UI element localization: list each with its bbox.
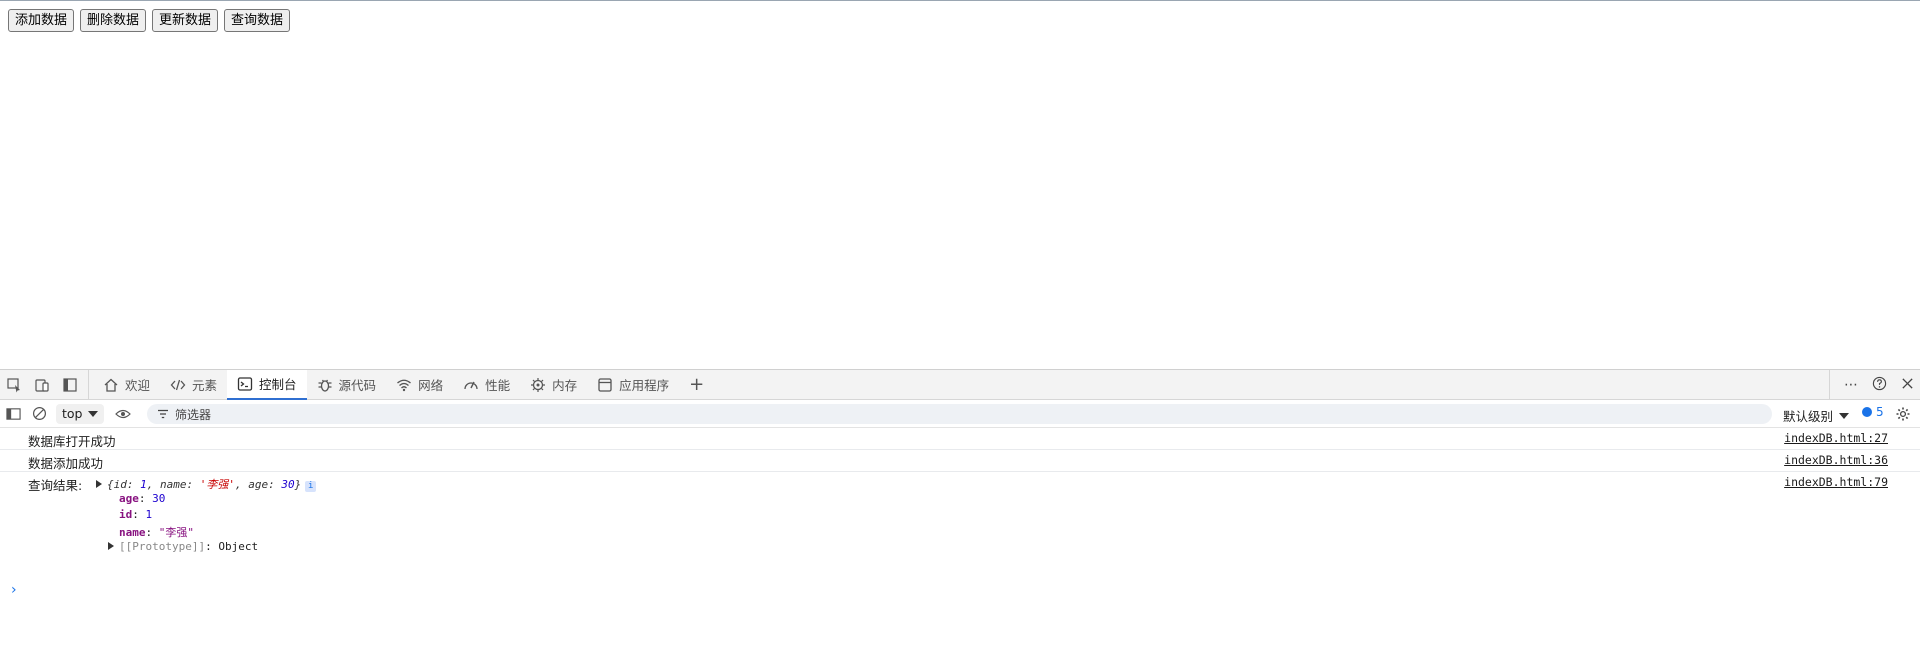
clear-console-icon[interactable] xyxy=(26,400,52,428)
object-property: name: "李强" xyxy=(119,526,194,539)
tabbar-divider xyxy=(88,369,89,400)
controls-divider xyxy=(1829,370,1830,400)
property-key: [[Prototype]] xyxy=(119,540,206,553)
issues-count: 5 xyxy=(1876,405,1884,419)
expand-triangle-icon xyxy=(108,542,114,550)
tab-memory-label: 内存 xyxy=(552,378,578,393)
console-message: 数据添加成功 indexDB.html:36 xyxy=(0,450,1920,472)
filter-icon xyxy=(158,409,168,419)
property-value: 1 xyxy=(145,508,153,521)
tab-application-label: 应用程序 xyxy=(619,378,670,393)
inspect-icon[interactable] xyxy=(0,370,28,400)
code-icon xyxy=(170,379,186,390)
dock-sidebar-icon[interactable] xyxy=(56,370,84,400)
message-icon xyxy=(1862,407,1872,417)
object-property: id: 1 xyxy=(119,508,153,521)
console-output: 数据库打开成功 indexDB.html:27 数据添加成功 indexDB.h… xyxy=(0,428,1920,598)
memory-icon xyxy=(531,377,546,392)
context-value: top xyxy=(62,406,83,421)
device-emulation-icon[interactable] xyxy=(28,370,56,400)
source-link[interactable]: indexDB.html:27 xyxy=(1784,431,1888,445)
live-expression-eye-icon[interactable] xyxy=(110,400,136,428)
tab-network-label: 网络 xyxy=(418,378,444,393)
home-icon xyxy=(104,378,118,392)
property-key: id xyxy=(119,508,133,521)
add-tab-icon[interactable]: + xyxy=(679,374,714,395)
tab-application[interactable]: 应用程序 xyxy=(587,370,679,400)
console-prompt[interactable]: › xyxy=(11,582,17,598)
source-link[interactable]: indexDB.html:79 xyxy=(1784,475,1888,489)
console-message: 查询结果: indexDB.html:79 {id: 1, name: '李强'… xyxy=(0,472,1920,558)
update-data-button[interactable]: 更新数据 xyxy=(152,9,219,32)
tab-welcome[interactable]: 欢迎 xyxy=(93,370,160,400)
close-icon[interactable] xyxy=(1901,377,1914,394)
context-selector[interactable]: top xyxy=(56,403,105,424)
tab-sources[interactable]: 源代码 xyxy=(307,370,387,400)
app-icon xyxy=(598,377,612,392)
brace-close: } xyxy=(294,478,302,491)
gauge-icon xyxy=(464,381,478,389)
summary-key: name xyxy=(160,478,187,491)
chevron-down-icon xyxy=(1839,412,1850,419)
console-icon xyxy=(237,376,253,391)
query-data-button[interactable]: 查询数据 xyxy=(224,9,291,32)
property-key: age xyxy=(119,492,139,505)
tab-elements[interactable]: 元素 xyxy=(160,370,227,400)
summary-value: 30 xyxy=(281,478,295,491)
property-value: 30 xyxy=(152,492,166,505)
prototype-property[interactable]: [[Prototype]]: Object xyxy=(108,540,258,553)
property-key: name xyxy=(119,526,146,539)
expand-triangle-icon xyxy=(96,480,102,488)
wifi-icon xyxy=(397,379,411,391)
issues-counter[interactable]: 5 xyxy=(1862,405,1884,419)
filter-placeholder: 筛选器 xyxy=(175,407,212,422)
property-value: Object xyxy=(218,540,259,553)
brace-open: { xyxy=(107,478,114,491)
tab-console[interactable]: 控制台 xyxy=(227,369,307,400)
property-value: "李强" xyxy=(158,526,194,539)
more-options-icon[interactable]: ⋯ xyxy=(1844,377,1858,393)
summary-value: '李强' xyxy=(199,478,235,491)
summary-key: id xyxy=(113,478,127,491)
object-property: age: 30 xyxy=(119,492,166,505)
tab-sources-label: 源代码 xyxy=(338,378,377,393)
summary-value: 1 xyxy=(140,478,147,491)
show-sidebar-icon[interactable] xyxy=(0,400,26,428)
console-message-text: 数据库打开成功 xyxy=(28,434,116,449)
devtools-panel: 欢迎 元素 控制台 源代码 网络 性能 内存 应用程序 + ⋯ top 筛选器 … xyxy=(0,369,1920,665)
tab-performance-label: 性能 xyxy=(485,378,511,393)
console-toolbar: top 筛选器 默认级别 5 xyxy=(0,400,1920,428)
filter-input[interactable]: 筛选器 xyxy=(147,404,1772,424)
log-level-label: 默认级别 xyxy=(1783,409,1834,424)
devtools-window-controls: ⋯ xyxy=(1829,370,1914,400)
top-border xyxy=(0,0,1920,1)
devtools-tabbar: 欢迎 元素 控制台 源代码 网络 性能 内存 应用程序 + ⋯ xyxy=(0,369,1920,400)
console-message-text: 数据添加成功 xyxy=(28,456,104,471)
tab-memory[interactable]: 内存 xyxy=(520,370,587,400)
tab-welcome-label: 欢迎 xyxy=(125,378,151,393)
add-data-button[interactable]: 添加数据 xyxy=(8,9,75,32)
tab-elements-label: 元素 xyxy=(192,378,218,393)
console-message: 数据库打开成功 indexDB.html:27 xyxy=(0,428,1920,450)
page-button-bar: 添加数据 删除数据 更新数据 查询数据 xyxy=(8,9,291,32)
console-message-text: 查询结果: xyxy=(28,478,83,493)
delete-data-button[interactable]: 删除数据 xyxy=(80,9,147,32)
tab-performance[interactable]: 性能 xyxy=(453,370,520,400)
gear-icon[interactable] xyxy=(1892,402,1914,426)
source-link[interactable]: indexDB.html:36 xyxy=(1784,453,1888,467)
help-icon[interactable] xyxy=(1872,376,1887,395)
summary-key: age xyxy=(248,478,269,491)
object-summary[interactable]: {id: 1, name: '李强', age: 30} i xyxy=(96,476,317,492)
tab-network[interactable]: 网络 xyxy=(386,370,453,400)
bug-icon xyxy=(318,379,332,392)
info-icon[interactable]: i xyxy=(305,481,317,492)
log-level-dropdown[interactable]: 默认级别 xyxy=(1783,406,1850,425)
chevron-down-icon xyxy=(88,410,99,417)
tab-console-label: 控制台 xyxy=(259,377,297,392)
